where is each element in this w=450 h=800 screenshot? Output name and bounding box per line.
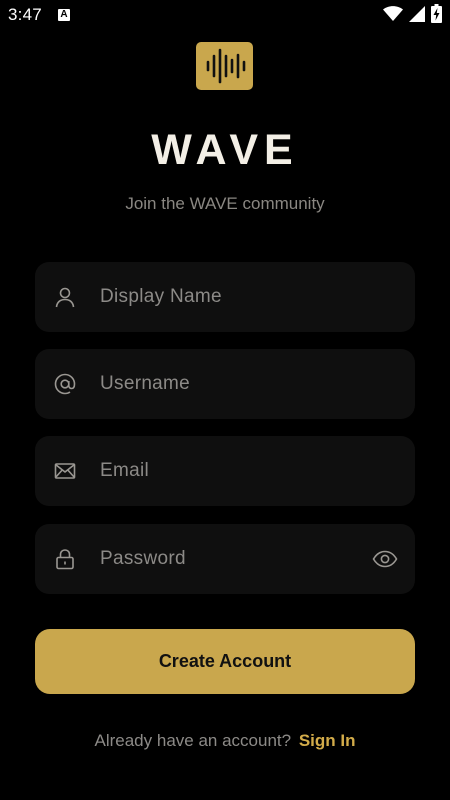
username-input[interactable] xyxy=(100,349,370,419)
person-icon xyxy=(54,286,76,308)
status-icons xyxy=(383,4,442,28)
app-logo xyxy=(196,42,253,90)
password-input[interactable] xyxy=(100,524,370,594)
lock-icon xyxy=(54,548,76,570)
brand-subtitle: Join the WAVE community xyxy=(125,194,325,213)
password-field[interactable] xyxy=(35,524,415,594)
sign-in-link[interactable]: Sign In xyxy=(299,731,356,750)
email-field[interactable] xyxy=(35,436,415,506)
display-name-field[interactable] xyxy=(35,262,415,332)
sound-wave-icon xyxy=(206,48,246,84)
battery-charging-icon xyxy=(431,4,442,28)
signal-icon xyxy=(409,5,425,27)
notification-badge: A xyxy=(58,9,70,21)
signin-prompt: Already have an account? xyxy=(94,731,292,750)
status-bar: 3:47 A xyxy=(0,0,450,32)
envelope-icon xyxy=(54,460,76,482)
eye-icon[interactable] xyxy=(372,547,398,571)
brand-title: WAVE xyxy=(151,126,299,174)
signin-row: Already have an account? Sign In xyxy=(0,731,450,751)
username-field[interactable] xyxy=(35,349,415,419)
wifi-icon xyxy=(383,5,403,27)
display-name-input[interactable] xyxy=(100,262,370,332)
email-input[interactable] xyxy=(100,436,370,506)
status-time: 3:47 xyxy=(8,5,42,24)
at-sign-icon xyxy=(54,373,76,395)
create-account-button[interactable]: Create Account xyxy=(35,629,415,694)
